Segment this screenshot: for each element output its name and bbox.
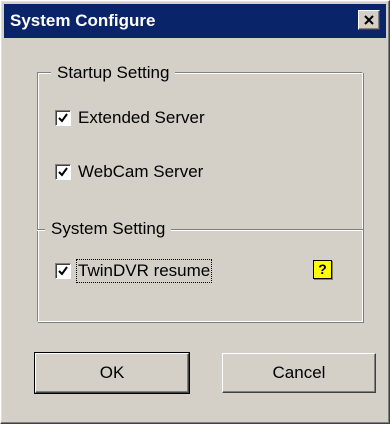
close-button[interactable] xyxy=(358,10,380,30)
checkmark-icon xyxy=(58,266,68,276)
twindvr-resume-option[interactable]: TwinDVR resume xyxy=(55,259,213,283)
webcam-server-checkbox[interactable] xyxy=(55,164,71,180)
dialog-window: System Configure Startup Setting System … xyxy=(0,0,390,424)
webcam-server-option[interactable]: WebCam Server xyxy=(55,161,203,183)
close-icon xyxy=(364,15,374,25)
checkmark-icon xyxy=(58,167,68,177)
window-title: System Configure xyxy=(10,11,156,30)
extended-server-label: Extended Server xyxy=(78,108,205,127)
ok-button[interactable]: OK xyxy=(34,352,190,394)
help-icon[interactable]: ? xyxy=(313,260,332,279)
system-setting-legend: System Setting xyxy=(45,219,172,239)
cancel-button[interactable]: Cancel xyxy=(222,353,376,393)
title-bar[interactable]: System Configure xyxy=(4,4,386,38)
twindvr-resume-checkbox[interactable] xyxy=(55,263,71,279)
startup-setting-legend: Startup Setting xyxy=(51,63,176,83)
checkmark-icon xyxy=(58,113,68,123)
extended-server-option[interactable]: Extended Server xyxy=(55,107,205,129)
twindvr-resume-label: TwinDVR resume xyxy=(75,259,213,283)
webcam-server-label: WebCam Server xyxy=(78,162,204,181)
extended-server-checkbox[interactable] xyxy=(55,110,71,126)
